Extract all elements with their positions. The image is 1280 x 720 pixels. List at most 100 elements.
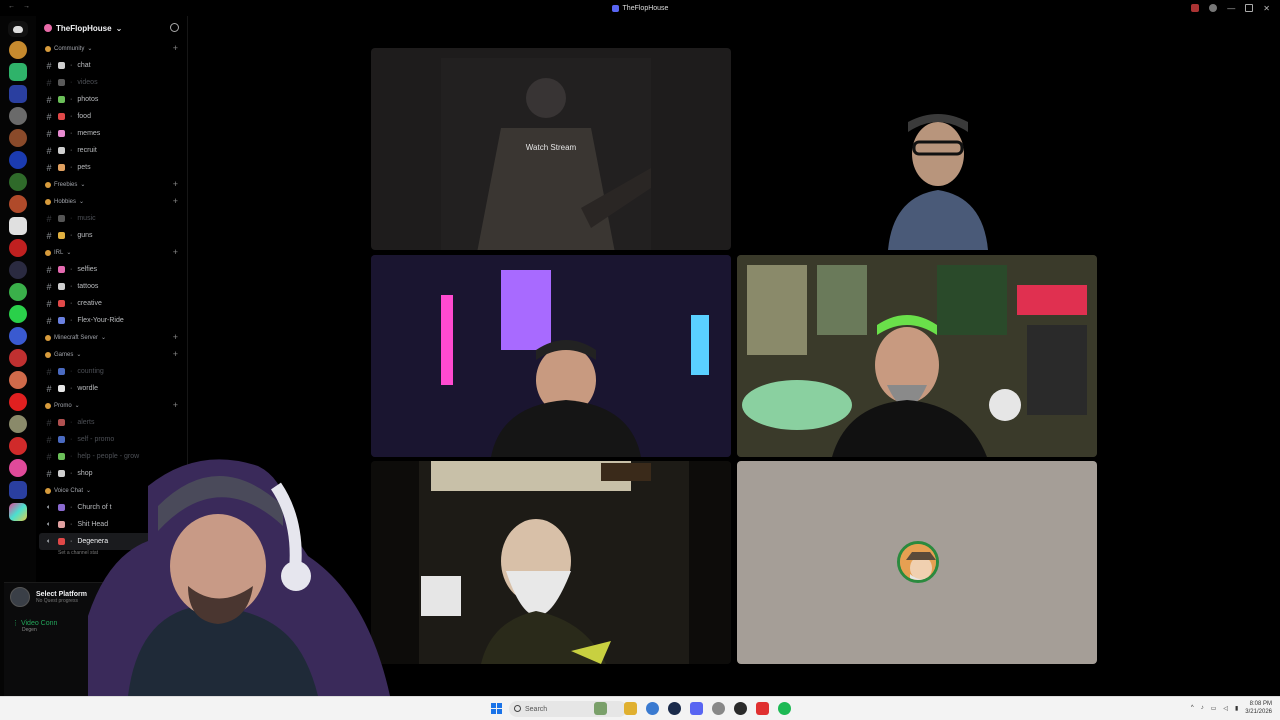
settings-icon[interactable]	[712, 702, 725, 715]
add-channel-icon[interactable]: +	[173, 332, 178, 342]
server-icon[interactable]	[9, 217, 27, 235]
server-icon[interactable]	[9, 327, 27, 345]
inbox-icon[interactable]	[1191, 4, 1200, 12]
server-icon[interactable]	[9, 371, 27, 389]
category-icon	[45, 198, 51, 205]
server-icon[interactable]	[9, 459, 27, 477]
server-icon[interactable]	[9, 239, 27, 257]
edge-icon[interactable]	[646, 702, 659, 715]
text-channel-item[interactable]: # · selfies	[36, 261, 187, 278]
server-icon[interactable]	[9, 283, 27, 301]
category-label: Community	[54, 45, 85, 52]
hash-icon: #	[46, 281, 52, 292]
text-channel-item[interactable]: # · creative	[36, 295, 187, 312]
hash-icon: #	[46, 366, 52, 377]
windows-start-icon[interactable]	[491, 703, 502, 714]
add-channel-icon[interactable]: +	[173, 349, 178, 359]
platform-row[interactable]: Select Platform No Quest progress	[10, 587, 87, 607]
text-channel-item[interactable]: # · videos	[36, 74, 187, 91]
server-icon[interactable]	[9, 349, 27, 367]
text-channel-item[interactable]: # · recruit	[36, 142, 187, 159]
maximize-button[interactable]	[1245, 4, 1254, 12]
clock-date: 3/21/2026	[1245, 709, 1272, 715]
close-button[interactable]: ✕	[1263, 4, 1270, 13]
server-icon[interactable]	[9, 415, 27, 433]
battery-icon[interactable]: ▮	[1235, 705, 1238, 712]
minimize-button[interactable]: —	[1227, 4, 1235, 13]
category-header[interactable]: Community ⌄ +	[36, 40, 187, 57]
app-icon[interactable]	[668, 702, 681, 715]
video-tile[interactable]	[371, 461, 731, 664]
category-header[interactable]: Freebies ⌄ +	[36, 176, 187, 193]
channel-emoji-icon	[58, 79, 65, 86]
video-tile[interactable]	[371, 255, 731, 457]
window-title-text: TheFlopHouse	[622, 4, 669, 12]
server-icon[interactable]	[9, 173, 27, 191]
add-channel-icon[interactable]: +	[173, 196, 178, 206]
window-controls: — ✕	[1191, 0, 1280, 16]
server-icon[interactable]	[9, 129, 27, 147]
channel-emoji-icon	[58, 538, 65, 545]
video-tile[interactable]	[737, 255, 1097, 457]
server-icon[interactable]	[9, 63, 27, 81]
text-channel-item[interactable]: # · alerts	[36, 414, 187, 431]
spotify-icon[interactable]	[778, 702, 791, 715]
clock[interactable]: 8:08 PM 3/21/2026	[1245, 700, 1272, 716]
chevron-up-icon[interactable]: ^	[1191, 705, 1194, 711]
help-icon[interactable]	[1209, 4, 1218, 12]
server-icon[interactable]	[9, 151, 27, 169]
add-channel-icon[interactable]: +	[173, 179, 178, 189]
category-header[interactable]: IRL ⌄ +	[36, 244, 187, 261]
voice-connection-status[interactable]: ⋮ Video Conn Degen	[12, 619, 57, 633]
server-icon[interactable]	[9, 107, 27, 125]
microphone-icon[interactable]: ♪	[1201, 705, 1204, 711]
taskbar-search[interactable]: Search	[509, 701, 627, 717]
text-channel-item[interactable]: # · wordle	[36, 380, 187, 397]
discord-home-icon[interactable]	[8, 21, 28, 37]
text-channel-item[interactable]: # · music	[36, 210, 187, 227]
text-channel-item[interactable]: # · photos	[36, 91, 187, 108]
widget-icon[interactable]	[594, 702, 607, 715]
text-channel-item[interactable]: # · memes	[36, 125, 187, 142]
server-header[interactable]: TheFlopHouse ⌄	[36, 16, 187, 40]
server-icon[interactable]	[9, 261, 27, 279]
text-channel-item[interactable]: # · Flex-Your-Ride	[36, 312, 187, 329]
server-icon[interactable]	[9, 437, 27, 455]
channel-label: creative	[77, 300, 102, 307]
text-channel-item[interactable]: # · chat	[36, 57, 187, 74]
text-channel-item[interactable]: # · pets	[36, 159, 187, 176]
folder-icon[interactable]	[9, 85, 27, 103]
category-header[interactable]: Minecraft Server ⌄ +	[36, 329, 187, 346]
volume-icon[interactable]: ◁	[1223, 705, 1228, 712]
server-icon[interactable]	[9, 195, 27, 213]
server-icon[interactable]	[9, 41, 27, 59]
folder-icon[interactable]	[9, 481, 27, 499]
obs-icon[interactable]	[734, 702, 747, 715]
nav-arrows[interactable]: ← →	[8, 3, 33, 10]
add-channel-icon[interactable]: +	[173, 247, 178, 257]
discord-taskbar-icon[interactable]	[690, 702, 703, 715]
file-explorer-icon[interactable]	[624, 702, 637, 715]
network-icon[interactable]: ▭	[1211, 705, 1217, 712]
hash-icon: #	[46, 77, 52, 88]
server-badge-icon	[44, 24, 52, 32]
add-channel-icon[interactable]: +	[173, 400, 178, 410]
stream-tile[interactable]: Watch Stream	[371, 48, 731, 250]
category-header[interactable]: Games ⌄ +	[36, 346, 187, 363]
category-header[interactable]: Hobbies ⌄ +	[36, 193, 187, 210]
add-user-icon[interactable]	[170, 23, 179, 32]
server-icon[interactable]	[9, 393, 27, 411]
add-channel-icon[interactable]: +	[173, 43, 178, 53]
text-channel-item[interactable]: # · tattoos	[36, 278, 187, 295]
watch-stream-label[interactable]: Watch Stream	[371, 143, 731, 152]
text-channel-item[interactable]: # · food	[36, 108, 187, 125]
server-icon[interactable]	[9, 503, 27, 521]
text-channel-item[interactable]: # · counting	[36, 363, 187, 380]
text-channel-item[interactable]: # · guns	[36, 227, 187, 244]
video-tile[interactable]	[848, 112, 1024, 250]
category-header[interactable]: Promo ⌄ +	[36, 397, 187, 414]
app-icon[interactable]	[756, 702, 769, 715]
avatar-tile[interactable]	[737, 461, 1097, 664]
chevron-down-icon: ⌄	[66, 250, 72, 256]
server-icon[interactable]	[9, 305, 27, 323]
